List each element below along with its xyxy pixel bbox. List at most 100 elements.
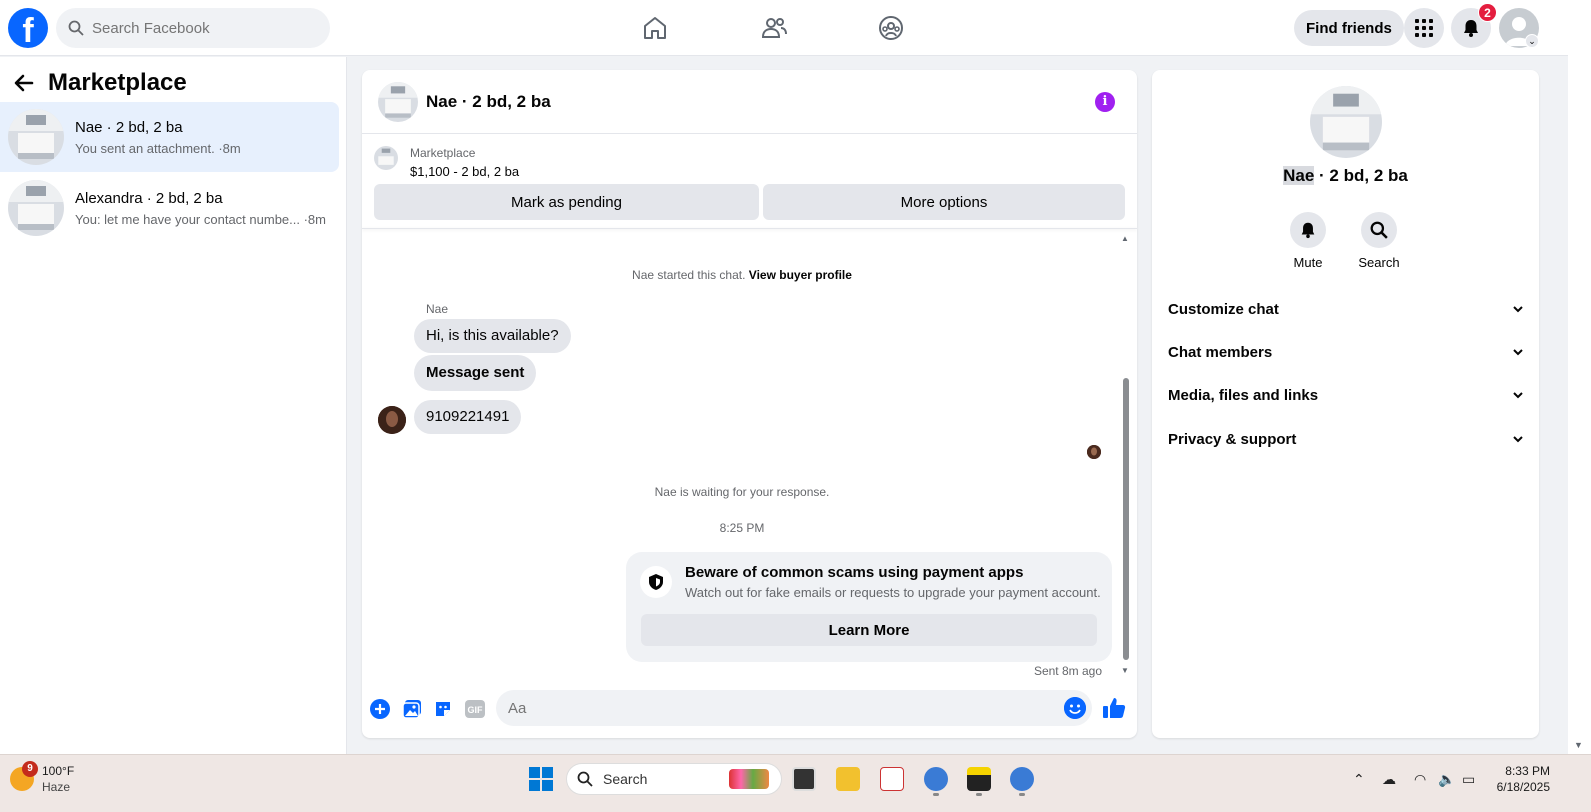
home-icon[interactable] — [641, 14, 669, 42]
conversation-preview: You: let me have your contact numbe... ·… — [75, 211, 326, 227]
listing-thumbnail — [8, 180, 64, 236]
svg-text:GIF: GIF — [468, 705, 484, 715]
mark-as-pending-button[interactable]: Mark as pending — [374, 184, 759, 220]
scam-warning-card: Beware of common scams using payment app… — [626, 552, 1112, 662]
divider — [362, 228, 1137, 229]
scroll-down-arrow-icon[interactable]: ▼ — [1574, 740, 1583, 750]
sidebar-header: Marketplace — [12, 69, 187, 97]
listing-thumbnail — [8, 109, 64, 165]
battery-icon[interactable]: ▭ — [1462, 771, 1475, 788]
photo-icon[interactable] — [401, 698, 423, 720]
taskbar-search[interactable]: Search — [566, 763, 782, 795]
groups-icon[interactable] — [877, 14, 905, 42]
search-label: Search — [1358, 255, 1400, 270]
customize-chat-row[interactable]: Customize chat — [1168, 294, 1524, 324]
cloud-offline-icon[interactable]: ☁ — [1382, 771, 1396, 788]
waiting-notice: Nae is waiting for your response. — [654, 485, 830, 499]
menu-grid-button[interactable] — [1404, 8, 1444, 48]
like-icon[interactable] — [1102, 696, 1126, 720]
chevron-down-icon — [1513, 392, 1523, 399]
section-label: Privacy & support — [1168, 430, 1297, 448]
windows-taskbar: 9 100°F Haze Search ⌃ ☁ ◠ 🔈 ▭ 8:33 PM 6/… — [0, 754, 1591, 812]
chevron-down-icon — [1513, 306, 1523, 313]
weather-icon: 9 — [10, 761, 38, 791]
clock-date: 6/18/2025 — [1496, 780, 1550, 794]
search-action[interactable]: Search — [1349, 212, 1409, 270]
media-files-links-row[interactable]: Media, files and links — [1168, 380, 1524, 410]
find-friends-button[interactable]: Find friends — [1294, 10, 1404, 46]
section-label: Media, files and links — [1168, 386, 1319, 404]
bell-icon — [1464, 20, 1478, 37]
sticker-icon[interactable] — [432, 698, 454, 720]
chrome-profile-icon[interactable] — [924, 767, 948, 791]
windows-start-icon[interactable] — [529, 767, 553, 791]
sender-name: Nae — [426, 302, 449, 316]
plus-circle-icon[interactable] — [369, 698, 391, 720]
chat-started-notice: Nae started this chat. View buyer profil… — [362, 268, 1122, 282]
page-scrollbar[interactable]: ▼ — [1568, 0, 1591, 754]
info-icon[interactable]: i — [1095, 92, 1115, 112]
more-options-button[interactable]: More options — [763, 184, 1125, 220]
chat-avatar[interactable] — [378, 81, 418, 122]
scroll-up-arrow-icon[interactable]: ▲ — [1121, 234, 1129, 243]
privacy-support-row[interactable]: Privacy & support — [1168, 424, 1524, 454]
message-bubble: 9109221491 — [414, 400, 522, 434]
chevron-down-icon — [1513, 349, 1523, 356]
conversation-name: Alexandra · 2 bd, 2 ba — [75, 189, 223, 207]
conversation-name: Nae · 2 bd, 2 ba — [75, 118, 183, 136]
chat-members-row[interactable]: Chat members — [1168, 337, 1524, 367]
scrollbar-thumb[interactable] — [1123, 378, 1129, 660]
back-arrow-icon[interactable] — [12, 71, 36, 95]
wifi-icon[interactable]: ◠ — [1414, 771, 1426, 788]
bell-icon — [1290, 212, 1326, 248]
chat-title[interactable]: Nae · 2 bd, 2 ba — [426, 92, 551, 112]
details-title-rest: · 2 bd, 2 ba — [1314, 166, 1408, 185]
message-composer: GIF — [362, 688, 1137, 738]
running-indicator — [933, 793, 939, 796]
chrome-profile-icon[interactable] — [1010, 767, 1034, 791]
scroll-down-arrow-icon[interactable]: ▼ — [1121, 666, 1129, 675]
weather-temperature: 100°F — [42, 764, 75, 778]
emoji-icon[interactable] — [1064, 697, 1086, 719]
section-label: Customize chat — [1168, 300, 1279, 318]
file-explorer-icon[interactable] — [836, 767, 860, 791]
chat-scrollbar[interactable]: ▲ ▼ — [1121, 234, 1131, 678]
listing-summary[interactable]: Marketplace $1,100 - 2 bd, 2 ba — [374, 146, 519, 179]
sender-avatar[interactable] — [378, 406, 406, 434]
facebook-logo[interactable]: f — [8, 8, 48, 48]
chat-started-text: Nae started this chat. — [632, 268, 746, 282]
conversation-item[interactable]: Nae · 2 bd, 2 ba You sent an attachment.… — [0, 102, 339, 172]
chevron-up-icon[interactable]: ⌃ — [1353, 771, 1365, 788]
clock-time: 8:33 PM — [1505, 764, 1550, 778]
search-box[interactable] — [56, 8, 330, 48]
account-chevron-icon[interactable]: ⌄ — [1525, 34, 1539, 48]
message-timestamp: 8:25 PM — [719, 521, 765, 535]
task-view-icon[interactable] — [792, 767, 816, 791]
gif-icon[interactable]: GIF — [464, 698, 486, 720]
message-input[interactable] — [496, 690, 1092, 726]
mute-action[interactable]: Mute — [1278, 212, 1338, 270]
system-clock[interactable]: 8:33 PM 6/18/2025 — [1488, 763, 1550, 795]
listing-price: $1,100 - 2 bd, 2 ba — [410, 164, 520, 179]
weather-widget[interactable]: 9 100°F Haze — [10, 761, 75, 795]
weather-badge: 9 — [22, 761, 38, 777]
search-input[interactable] — [92, 19, 312, 37]
sticky-notes-icon[interactable] — [967, 767, 991, 791]
weather-condition: Haze — [42, 780, 71, 794]
conversation-preview: You sent an attachment. ·8m — [75, 140, 241, 156]
details-title: Nae · 2 bd, 2 ba — [1152, 166, 1539, 186]
details-avatar[interactable] — [1310, 86, 1382, 158]
conversation-item[interactable]: Alexandra · 2 bd, 2 ba You: let me have … — [0, 173, 339, 243]
shield-icon — [640, 566, 672, 598]
chat-panel: Nae · 2 bd, 2 ba i Marketplace $1,100 - … — [362, 70, 1137, 738]
sent-status: Sent 8m ago — [1033, 664, 1102, 678]
learn-more-button[interactable]: Learn More — [641, 614, 1097, 646]
friends-icon[interactable] — [760, 14, 788, 42]
snipping-tool-icon[interactable] — [880, 767, 904, 791]
read-receipt-avatar — [1087, 445, 1101, 459]
mute-label: Mute — [1293, 255, 1323, 270]
view-buyer-profile-link[interactable]: View buyer profile — [749, 268, 852, 282]
search-icon — [1361, 212, 1397, 248]
volume-icon[interactable]: 🔈 — [1438, 771, 1455, 788]
listing-thumbnail — [374, 146, 398, 170]
